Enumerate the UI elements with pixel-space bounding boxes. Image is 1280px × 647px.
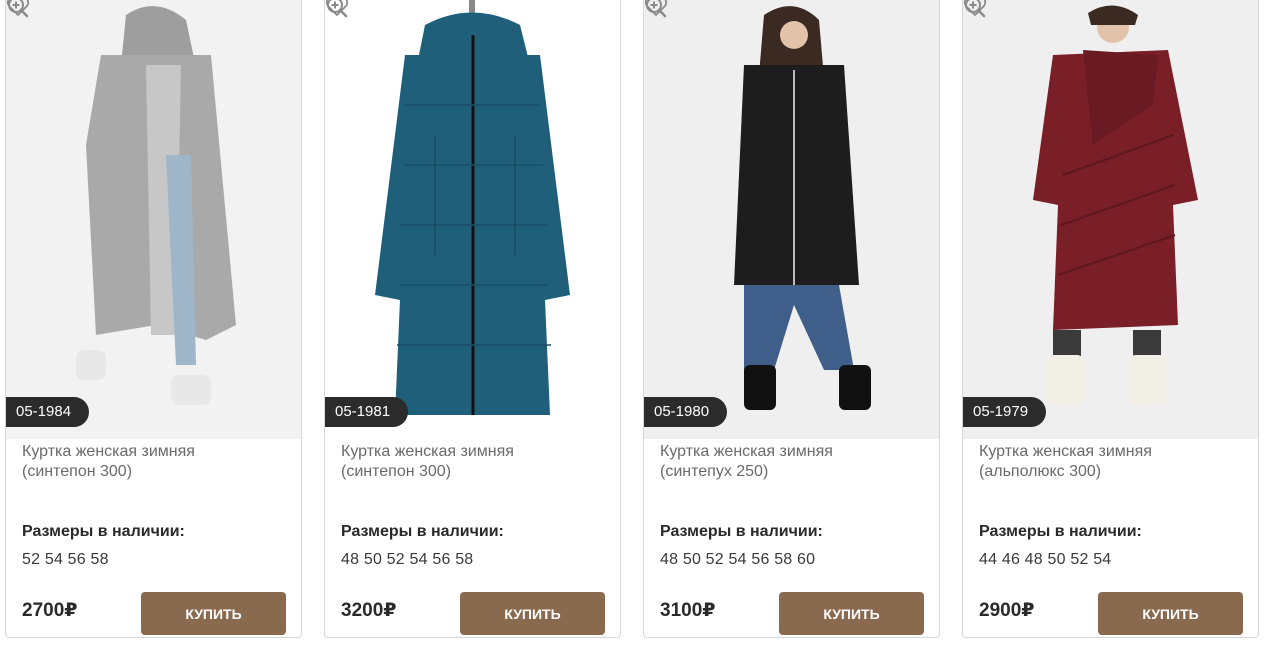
- product-price: 3100₽: [660, 599, 716, 622]
- available-sizes: 48 50 52 54 56 58 60: [660, 551, 816, 568]
- product-title[interactable]: Куртка женская зимняя (синтепон 300): [341, 442, 601, 482]
- currency-symbol: ₽: [702, 600, 716, 621]
- sizes-label: Размеры в наличии:: [979, 523, 1142, 540]
- product-card[interactable]: 05-1980 Куртка женская зимняя (синтепух …: [643, 0, 940, 638]
- product-photo[interactable]: 05-1984: [6, 0, 301, 439]
- product-card[interactable]: 05-1981 Куртка женская зимняя (синтепон …: [324, 0, 621, 638]
- sizes-label: Размеры в наличии:: [341, 523, 504, 540]
- heart-icon[interactable]: [644, 0, 668, 17]
- product-title[interactable]: Куртка женская зимняя (синтепон 300): [22, 442, 282, 482]
- coat-image: [325, 0, 620, 439]
- price-value: 3200: [341, 600, 384, 621]
- sku-badge: 05-1980: [644, 397, 728, 427]
- heart-icon[interactable]: [963, 0, 987, 17]
- sizes-label: Размеры в наличии:: [660, 523, 823, 540]
- sizes-label: Размеры в наличии:: [22, 523, 185, 540]
- product-title-line: (альполюкс 300): [979, 463, 1102, 480]
- price-value: 3100: [660, 600, 703, 621]
- product-title-line: (синтепух 250): [660, 463, 769, 480]
- product-grid: 05-1984 Куртка женская зимняя (синтепон …: [0, 0, 1280, 647]
- currency-symbol: ₽: [64, 600, 78, 621]
- product-price: 2700₽: [22, 599, 78, 622]
- product-title-line: Куртка женская зимняя: [22, 443, 195, 460]
- heart-icon[interactable]: [6, 0, 30, 17]
- coat-image: [644, 0, 939, 439]
- product-title-line: Куртка женская зимняя: [660, 443, 833, 460]
- sku-badge: 05-1981: [325, 397, 409, 427]
- product-card[interactable]: 05-1984 Куртка женская зимняя (синтепон …: [5, 0, 302, 638]
- product-photo[interactable]: 05-1979: [963, 0, 1258, 439]
- buy-button[interactable]: КУПИТЬ: [460, 592, 605, 635]
- coat-image: [6, 0, 301, 439]
- available-sizes: 48 50 52 54 56 58: [341, 551, 474, 568]
- product-title-line: (синтепон 300): [341, 463, 452, 480]
- product-photo[interactable]: 05-1980: [644, 0, 939, 439]
- product-photo[interactable]: 05-1981: [325, 0, 620, 439]
- buy-button[interactable]: КУПИТЬ: [779, 592, 924, 635]
- product-title[interactable]: Куртка женская зимняя (альполюкс 300): [979, 442, 1239, 482]
- available-sizes: 52 54 56 58: [22, 551, 109, 568]
- product-card[interactable]: 05-1979 Куртка женская зимняя (альполюкс…: [962, 0, 1259, 638]
- product-price: 3200₽: [341, 599, 397, 622]
- available-sizes: 44 46 48 50 52 54: [979, 551, 1112, 568]
- currency-symbol: ₽: [383, 600, 397, 621]
- currency-symbol: ₽: [1021, 600, 1035, 621]
- product-title-line: (синтепон 300): [22, 463, 133, 480]
- coat-image: [963, 0, 1258, 439]
- price-value: 2900: [979, 600, 1022, 621]
- heart-icon[interactable]: [325, 0, 349, 17]
- buy-button[interactable]: КУПИТЬ: [141, 592, 286, 635]
- product-title-line: Куртка женская зимняя: [341, 443, 514, 460]
- sku-badge: 05-1979: [963, 397, 1047, 427]
- product-title-line: Куртка женская зимняя: [979, 443, 1152, 460]
- product-price: 2900₽: [979, 599, 1035, 622]
- product-title[interactable]: Куртка женская зимняя (синтепух 250): [660, 442, 920, 482]
- buy-button[interactable]: КУПИТЬ: [1098, 592, 1243, 635]
- price-value: 2700: [22, 600, 65, 621]
- sku-badge: 05-1984: [6, 397, 90, 427]
